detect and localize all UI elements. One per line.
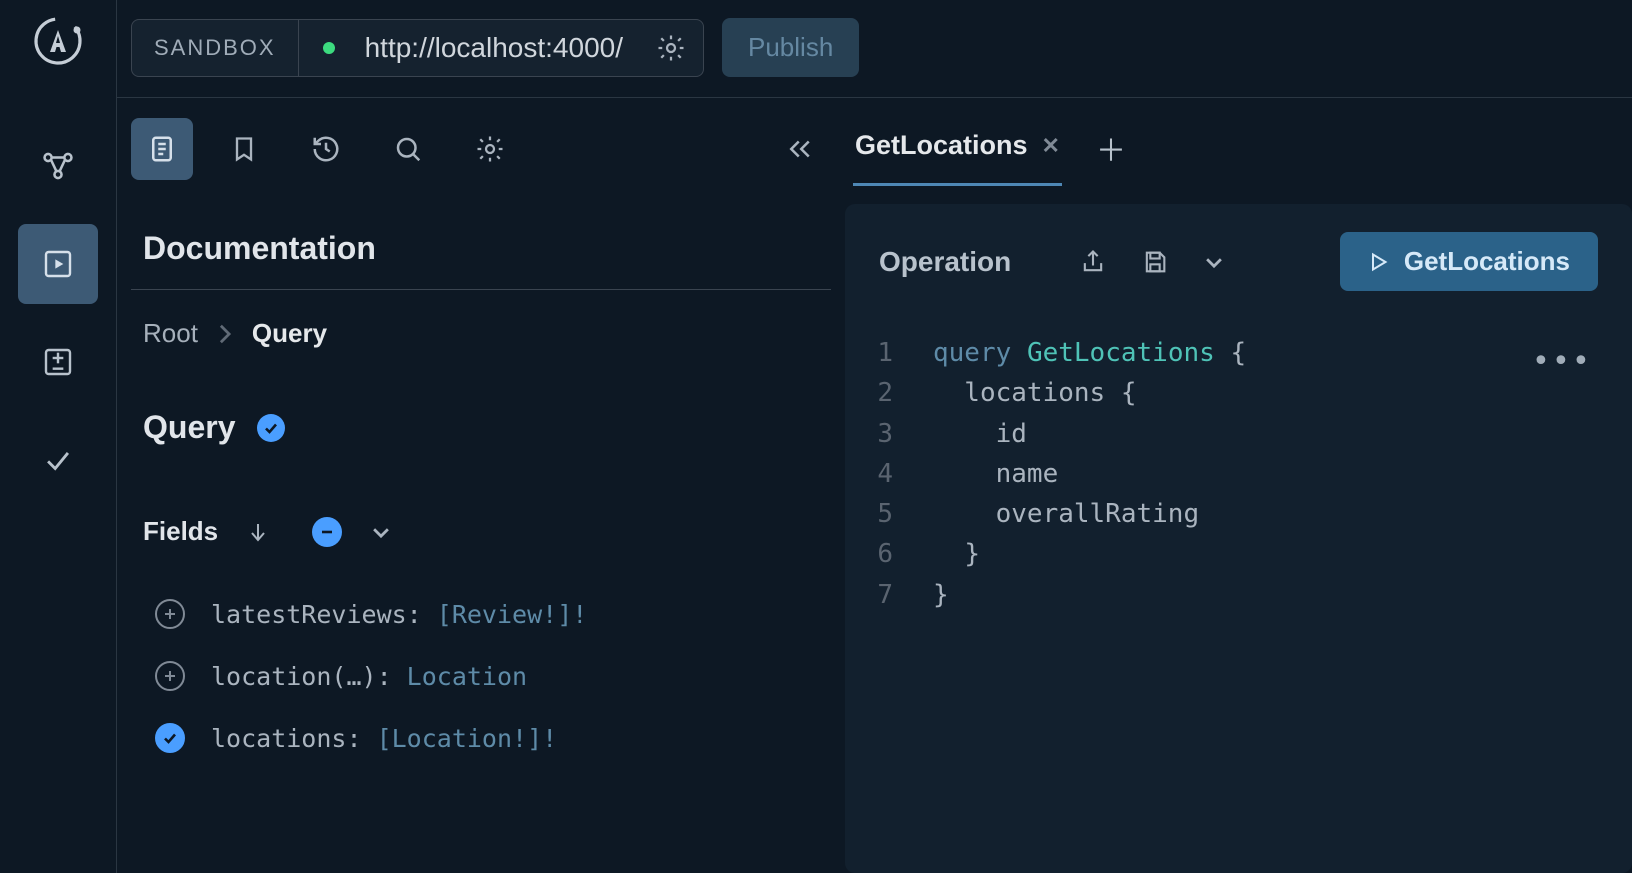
share-icon[interactable]: [1079, 248, 1107, 276]
line-number: 1: [865, 333, 933, 373]
field-row[interactable]: latestReviews: [Review!]!: [131, 583, 831, 645]
code-line: 1query GetLocations {: [865, 333, 1612, 373]
bookmark-icon[interactable]: [213, 118, 275, 180]
editor-card: Operation: [845, 204, 1632, 873]
chevron-right-icon: [218, 323, 232, 345]
collapse-icon[interactable]: [769, 118, 831, 180]
endpoint-url[interactable]: http://localhost:4000/: [335, 32, 645, 64]
endpoint-settings-icon[interactable]: [645, 20, 697, 76]
tabs-row: GetLocations ✕ ＋: [845, 124, 1632, 204]
code-line: 4 name: [865, 454, 1612, 494]
diff-icon[interactable]: [18, 322, 98, 402]
chevron-down-icon[interactable]: [1203, 251, 1225, 273]
breadcrumb: Root Query: [131, 318, 831, 349]
documentation-panel: Documentation Root Query Query Fields: [117, 98, 845, 873]
tab-label: GetLocations: [855, 130, 1028, 161]
line-number: 2: [865, 373, 933, 413]
code-editor[interactable]: ••• 1query GetLocations {2 locations {3 …: [845, 319, 1632, 629]
code-line: 3 id: [865, 414, 1612, 454]
close-icon[interactable]: ✕: [1042, 133, 1060, 159]
code-line: 2 locations {: [865, 373, 1612, 413]
history-icon[interactable]: [295, 118, 357, 180]
field-name: latestReviews:: [211, 600, 437, 629]
url-bar: SANDBOX http://localhost:4000/: [131, 19, 704, 77]
field-type[interactable]: [Review!]!: [437, 600, 588, 629]
field-name: locations:: [211, 724, 377, 753]
plus-circle-icon[interactable]: [155, 599, 185, 629]
line-number: 6: [865, 534, 933, 574]
check-icon[interactable]: [18, 420, 98, 500]
operation-title: Operation: [879, 246, 1011, 278]
panel-toolbar: [131, 118, 831, 210]
type-selected-badge: [257, 414, 285, 442]
tab-getlocations[interactable]: GetLocations ✕: [853, 124, 1062, 186]
operation-panel: GetLocations ✕ ＋ Operation: [845, 98, 1632, 873]
plus-circle-icon[interactable]: [155, 661, 185, 691]
search-icon[interactable]: [377, 118, 439, 180]
field-name: location(…):: [211, 662, 407, 691]
apollo-logo: [31, 14, 85, 68]
gear-icon[interactable]: [459, 118, 521, 180]
chevron-down-icon[interactable]: [370, 521, 392, 543]
check-circle-icon[interactable]: [155, 723, 185, 753]
field-type[interactable]: [Location!]!: [377, 724, 558, 753]
publish-button[interactable]: Publish: [722, 18, 859, 77]
remove-all-icon[interactable]: [312, 517, 342, 547]
field-row[interactable]: location(…): Location: [131, 645, 831, 707]
fields-label: Fields: [143, 516, 218, 547]
field-type[interactable]: Location: [407, 662, 527, 691]
sort-icon[interactable]: [246, 520, 270, 544]
line-number: 5: [865, 494, 933, 534]
sandbox-badge: SANDBOX: [132, 20, 299, 76]
documentation-title: Documentation: [131, 210, 831, 290]
line-number: 4: [865, 454, 933, 494]
field-row[interactable]: locations: [Location!]!: [131, 707, 831, 769]
line-number: 3: [865, 414, 933, 454]
connection-status-dot: [323, 42, 335, 54]
run-button[interactable]: GetLocations: [1340, 232, 1598, 291]
new-tab-button[interactable]: ＋: [1092, 126, 1130, 184]
save-icon[interactable]: [1141, 248, 1169, 276]
crumb-root[interactable]: Root: [143, 318, 198, 349]
type-name: Query: [143, 409, 235, 446]
run-button-label: GetLocations: [1404, 246, 1570, 277]
code-line: 6 }: [865, 534, 1612, 574]
line-number: 7: [865, 575, 933, 615]
crumb-current: Query: [252, 318, 327, 349]
more-icon[interactable]: •••: [1532, 339, 1592, 386]
play-box-icon[interactable]: [18, 224, 98, 304]
top-bar: SANDBOX http://localhost:4000/ Publish: [117, 0, 1632, 98]
doc-icon[interactable]: [131, 118, 193, 180]
graph-icon[interactable]: [18, 126, 98, 206]
code-line: 7}: [865, 575, 1612, 615]
left-rail: [0, 0, 117, 873]
code-line: 5 overallRating: [865, 494, 1612, 534]
